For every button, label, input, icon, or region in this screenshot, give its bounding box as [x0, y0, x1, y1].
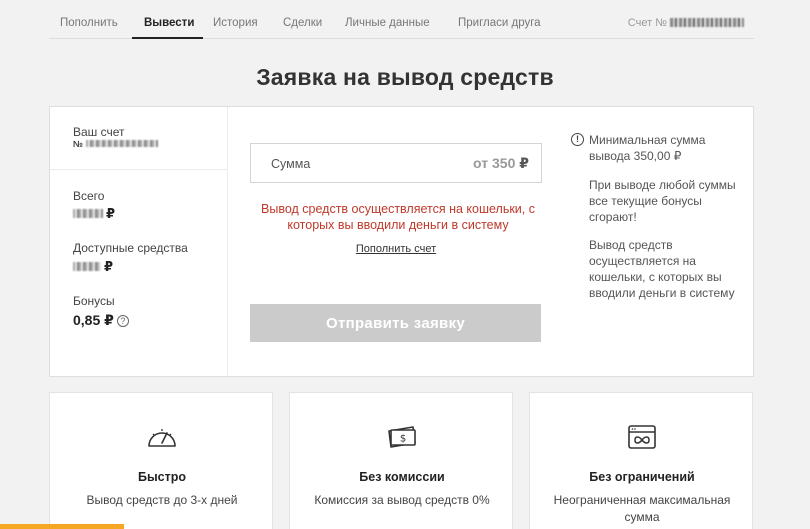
feature-card-no-limits: Без ограничений Неограниченная максималь…	[529, 392, 753, 529]
account-nav: Пополнить Вывести История Сделки Личные …	[49, 0, 754, 39]
feature-title: Без комиссии	[359, 470, 445, 484]
withdraw-panel: Ваш счет № Всего ₽ Доступные средства ₽ …	[49, 106, 754, 377]
feature-desc: Неограниченная максимальная сумма	[553, 493, 731, 524]
account-summary: Ваш счет № Всего ₽ Доступные средства ₽ …	[50, 107, 228, 376]
svg-text:$: $	[400, 434, 406, 445]
feature-card-fast: Быстро Вывод средств до 3-х дней	[49, 392, 273, 529]
your-account-label: Ваш счет	[73, 125, 125, 139]
feature-title: Без ограничений	[589, 470, 695, 484]
speedometer-icon	[148, 429, 176, 447]
available-value: ₽	[73, 259, 113, 275]
divider	[50, 169, 228, 170]
tab-deposit[interactable]: Пополнить	[60, 17, 118, 29]
infinity-card-icon	[628, 425, 656, 449]
bonus-note: При выводе любой суммы все текущие бонус…	[589, 178, 736, 224]
account-number: №	[73, 139, 161, 149]
bonus-value: 0,85 ₽?	[73, 312, 129, 329]
feature-desc: Комиссия за вывод средств 0%	[314, 493, 490, 507]
redacted-total	[73, 209, 103, 218]
total-label: Всего	[73, 189, 105, 203]
help-icon[interactable]: ?	[116, 315, 129, 327]
min-amount-note: Минимальная сумма вывода 350,00 ₽	[589, 133, 706, 163]
total-value: ₽	[73, 206, 115, 222]
money-icon: $	[388, 426, 416, 448]
amount-input[interactable]: Сумма от 350 ₽	[250, 143, 542, 183]
bottom-accent-bar	[0, 524, 124, 529]
redacted-account-number	[85, 140, 158, 147]
tab-history[interactable]: История	[213, 17, 258, 29]
account-number-header: Счет №	[628, 17, 744, 29]
account-label: Счет №	[627, 17, 667, 29]
redacted-available	[73, 262, 101, 271]
amount-placeholder: Сумма	[271, 157, 311, 171]
tab-withdraw[interactable]: Вывести	[144, 17, 194, 29]
feature-card-no-fee: $ Без комиссии Комиссия за вывод средств…	[289, 392, 513, 529]
tab-invite-friend[interactable]: Пригласи друга	[458, 17, 541, 29]
available-label: Доступные средства	[73, 241, 188, 255]
redacted-account-number	[670, 18, 744, 27]
tab-personal-data[interactable]: Личные данные	[345, 17, 430, 29]
bonus-label: Бонусы	[73, 294, 115, 308]
feature-title: Быстро	[137, 470, 186, 484]
topup-link[interactable]: Пополнить счет	[250, 243, 542, 255]
wallet-warning: Вывод средств осуществляется на кошельки…	[261, 202, 535, 232]
page-title: Заявка на вывод средств	[256, 64, 554, 90]
wallet-note: Вывод средств осуществляется на кошельки…	[589, 238, 735, 300]
tab-deals[interactable]: Сделки	[283, 17, 322, 29]
active-tab-indicator	[132, 37, 203, 39]
feature-desc: Вывод средств до 3-х дней	[86, 493, 238, 507]
info-icon: !	[571, 133, 584, 146]
submit-request-button[interactable]: Отправить заявку	[250, 304, 541, 342]
amount-min-hint: от 350 ₽	[473, 155, 529, 171]
